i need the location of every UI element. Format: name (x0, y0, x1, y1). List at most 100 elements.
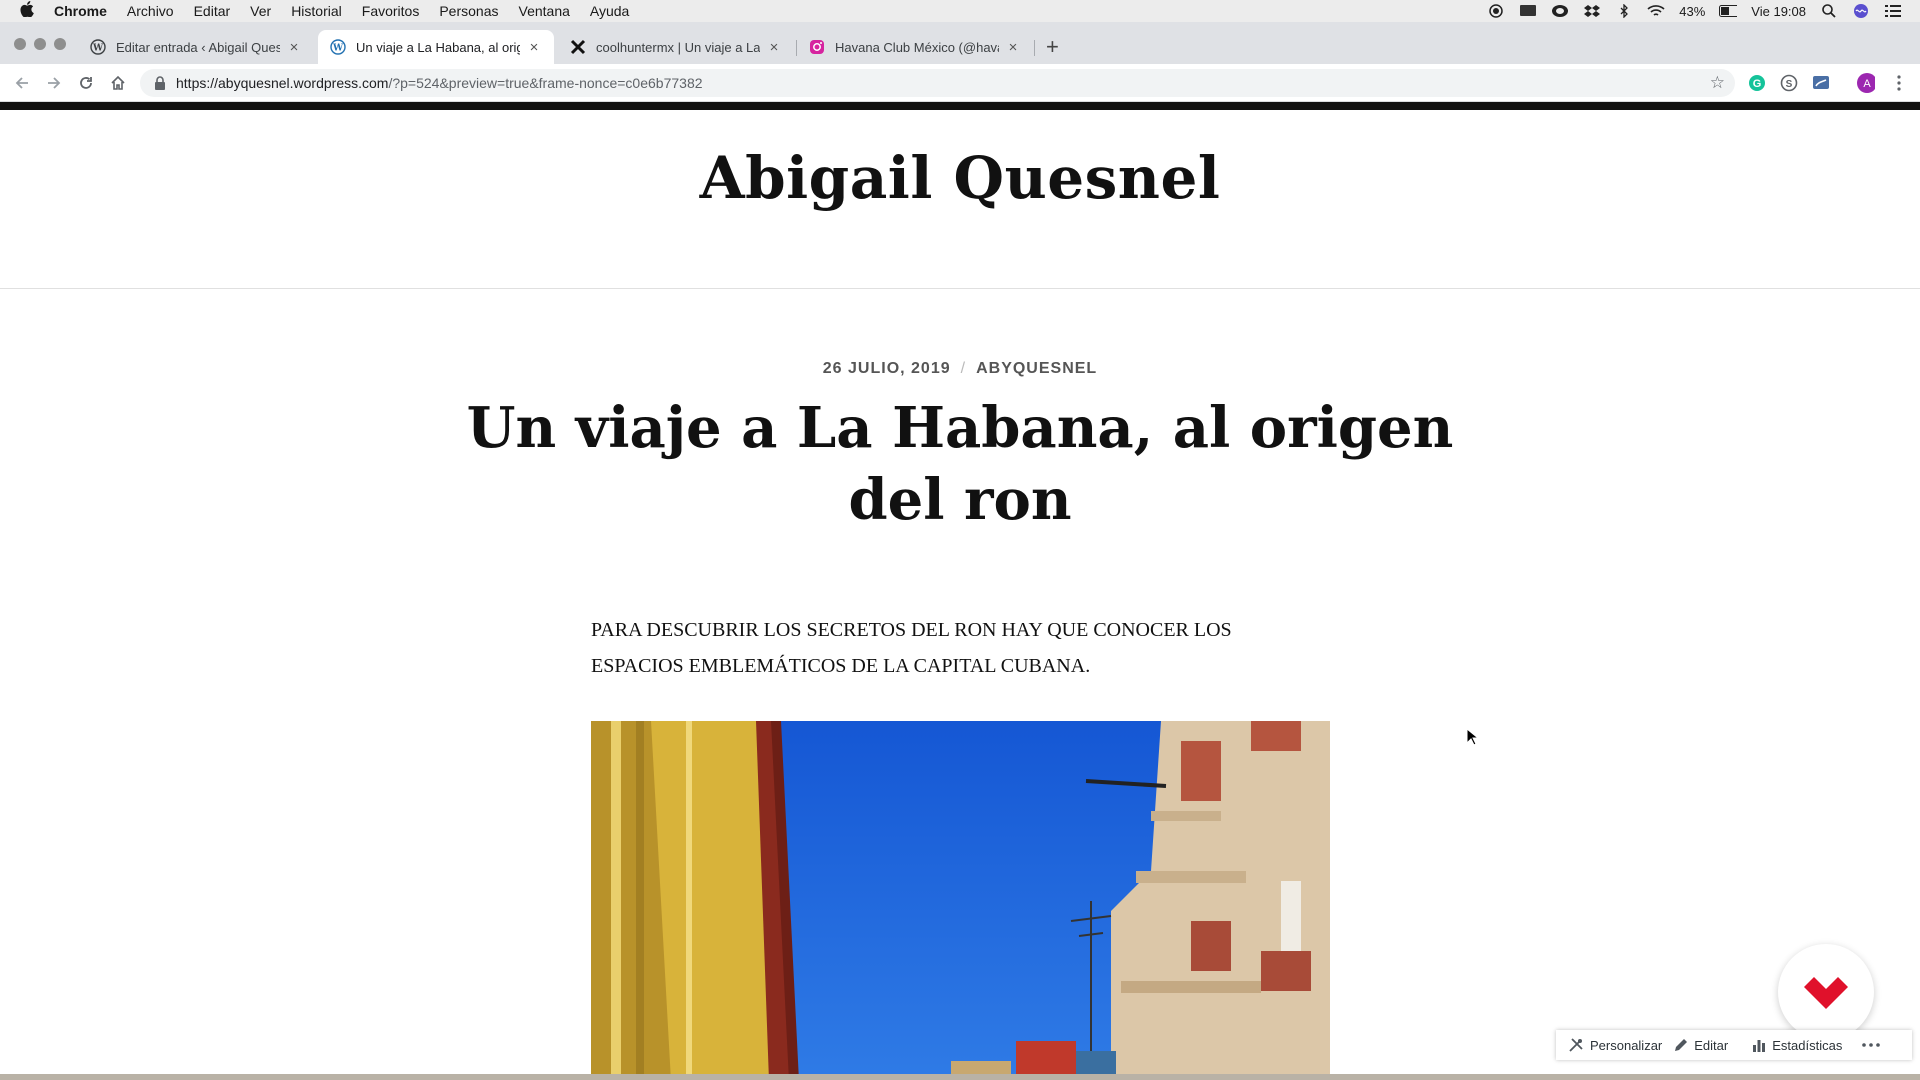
notification-center-icon[interactable] (1884, 4, 1902, 18)
svg-text:W: W (92, 44, 104, 54)
skype-extension-icon[interactable]: S (1780, 74, 1798, 92)
post-date[interactable]: 26 JULIO, 2019 (823, 360, 951, 377)
bookmark-star-icon[interactable]: ☆ (1710, 73, 1725, 93)
web-page: Abigail Quesnel 26 JULIO, 2019 / ABYQUESNE… (0, 102, 1920, 1074)
header-top-border (0, 102, 1920, 110)
post-author[interactable]: ABYQUESNEL (976, 360, 1097, 377)
wordpress-floating-button[interactable] (1778, 944, 1874, 1040)
svg-text:W: W (332, 44, 344, 54)
page-bottom-edge (0, 1074, 1920, 1080)
tab-label: Havana Club México (@havana (835, 39, 999, 55)
reload-icon (80, 77, 92, 89)
wp-admin-bar: Personalizar Editar Estadísticas (1556, 1030, 1912, 1060)
header-divider (0, 288, 1920, 289)
dropbox-icon[interactable] (1583, 4, 1601, 18)
tab-strip: W Editar entrada ‹ Abigail Quesnel × W U… (0, 22, 1920, 64)
post-meta: 26 JULIO, 2019 / ABYQUESNEL (0, 360, 1920, 378)
svg-text:A: A (1863, 78, 1871, 90)
lead-line: PARA DESCUBRIR LOS SECRETOS DEL RON HAY … (591, 619, 1232, 641)
tab-close-icon[interactable]: × (526, 39, 542, 56)
siri-icon[interactable] (1852, 4, 1870, 18)
instagram-icon (809, 39, 825, 55)
x-logo-icon (570, 39, 586, 55)
more-options-icon[interactable] (1862, 1043, 1886, 1047)
menu-ver[interactable]: Ver (250, 3, 271, 19)
battery-icon[interactable] (1719, 4, 1738, 18)
wordpress-icon: W (90, 39, 106, 55)
home-button[interactable] (108, 73, 128, 93)
wordpress-icon: W (330, 39, 346, 55)
browser-toolbar: https://abyquesnel.wordpress.com/?p=524&… (0, 64, 1920, 102)
apple-logo-icon[interactable] (20, 1, 38, 21)
havana-street-illustration (591, 721, 1330, 1074)
post-title: Un viaje a La Habana, al origen del ron (466, 395, 1454, 533)
bluetooth-icon[interactable] (1615, 4, 1633, 18)
window-minimize-button[interactable] (34, 38, 46, 50)
tab-close-icon[interactable]: × (766, 39, 782, 56)
forward-button[interactable] (44, 73, 64, 93)
new-tab-button[interactable]: + (1046, 36, 1059, 58)
cast-screen-extension-icon[interactable] (1812, 74, 1830, 92)
lock-icon[interactable] (154, 76, 166, 90)
heart-logo-icon (1804, 977, 1848, 1009)
wifi-icon[interactable] (1647, 4, 1665, 18)
edit-button[interactable]: Editar (1674, 1038, 1728, 1053)
bar-chart-icon (1753, 1040, 1766, 1052)
menu-ayuda[interactable]: Ayuda (590, 3, 629, 19)
window-close-button[interactable] (14, 38, 26, 50)
arrow-left-icon (15, 77, 28, 89)
pencil-icon (1675, 1039, 1688, 1051)
spotlight-search-icon[interactable] (1820, 4, 1838, 18)
creative-cloud-icon[interactable] (1551, 4, 1569, 18)
svg-text:G: G (1753, 78, 1762, 90)
menu-archivo[interactable]: Archivo (127, 3, 174, 19)
tools-icon (1569, 1038, 1583, 1052)
menu-favoritos[interactable]: Favoritos (362, 3, 420, 19)
site-title[interactable]: Abigail Quesnel (0, 144, 1920, 212)
lead-line: ESPACIOS EMBLEMÁTICOS DE LA CAPITAL CUBA… (591, 655, 1091, 677)
menu-app-name[interactable]: Chrome (54, 3, 107, 19)
menu-ventana[interactable]: Ventana (519, 3, 570, 19)
tab-label: coolhuntermx | Un viaje a La Habana (596, 39, 760, 55)
back-button[interactable] (12, 73, 32, 93)
customize-label: Personalizar (1590, 1037, 1663, 1053)
airplay-display-icon[interactable] (1519, 4, 1537, 18)
reload-button[interactable] (76, 73, 96, 93)
edit-label: Editar (1694, 1037, 1729, 1053)
menu-bar-clock[interactable]: Vie 19:08 (1751, 4, 1806, 19)
url-host: https://abyquesnel.wordpress.com (176, 75, 389, 91)
screen-record-icon[interactable] (1487, 4, 1505, 18)
svg-text:S: S (1786, 79, 1793, 90)
tab-separator (1034, 40, 1035, 56)
url-path: /?p=524&preview=true&frame-nonce=c0e6b77… (388, 75, 703, 91)
tab-un-viaje-active[interactable]: W Un viaje a La Habana, al origen × (318, 30, 554, 64)
meta-separator: / (960, 360, 967, 377)
battery-percent: 43% (1679, 3, 1706, 19)
mouse-cursor-icon (1466, 727, 1480, 751)
chrome-menu-icon[interactable] (1890, 74, 1908, 92)
arrow-right-icon (48, 77, 61, 89)
window-zoom-button[interactable] (54, 38, 66, 50)
tab-label: Un viaje a La Habana, al origen (356, 39, 520, 55)
menu-personas[interactable]: Personas (439, 3, 498, 19)
tab-havana-club-instagram[interactable]: Havana Club México (@havana × (797, 30, 1033, 64)
tab-label: Editar entrada ‹ Abigail Quesnel (116, 39, 280, 55)
address-bar[interactable]: https://abyquesnel.wordpress.com/?p=524&… (140, 69, 1735, 97)
tab-coolhuntermx[interactable]: coolhuntermx | Un viaje a La Habana × (558, 30, 794, 64)
url-text[interactable]: https://abyquesnel.wordpress.com/?p=524&… (176, 75, 703, 91)
tab-editar-entrada[interactable]: W Editar entrada ‹ Abigail Quesnel × (78, 30, 314, 64)
stats-label: Estadísticas (1772, 1037, 1843, 1053)
menu-editar[interactable]: Editar (194, 3, 231, 19)
home-icon (111, 75, 125, 90)
menu-historial[interactable]: Historial (291, 3, 342, 19)
tab-close-icon[interactable]: × (286, 39, 302, 56)
grammarly-extension-icon[interactable]: G (1748, 74, 1766, 92)
stats-button[interactable]: Estadísticas (1752, 1038, 1842, 1053)
featured-photo-havana-street (591, 721, 1330, 1074)
profile-avatar[interactable]: A (1857, 73, 1875, 93)
customize-button[interactable]: Personalizar (1568, 1037, 1662, 1053)
post-lead-paragraph: PARA DESCUBRIR LOS SECRETOS DEL RON HAY … (591, 612, 1311, 684)
tab-close-icon[interactable]: × (1005, 39, 1021, 56)
macos-menu-bar: Chrome Archivo Editar Ver Historial Favo… (0, 0, 1920, 22)
menu-bar-status-area: 43% Vie 19:08 (1487, 0, 1902, 22)
